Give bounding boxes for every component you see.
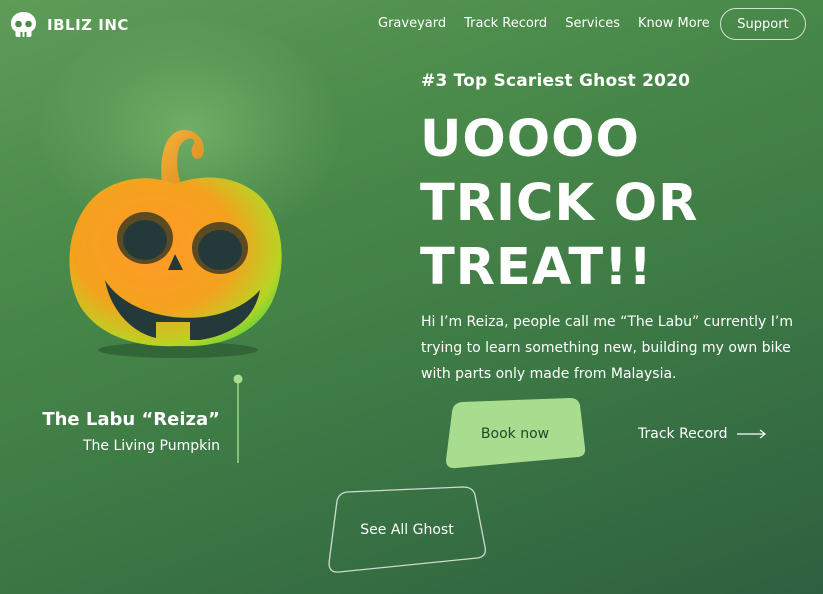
caption-pointer (233, 374, 243, 463)
nav-track-record[interactable]: Track Record (464, 16, 547, 31)
brand-name: IBLIZ INC (47, 15, 129, 34)
support-button[interactable]: Support (720, 8, 806, 40)
main-nav: Graveyard Track Record Services Know Mor… (378, 16, 728, 31)
character-name: The Labu “Reiza” (42, 409, 220, 430)
hero-kicker: #3 Top Scariest Ghost 2020 (421, 71, 691, 91)
character-role: The Living Pumpkin (82, 438, 220, 454)
skull-icon (11, 12, 36, 37)
see-all-ghost-label: See All Ghost (360, 522, 454, 538)
nav-know-more[interactable]: Know More (638, 16, 710, 31)
brand-logo[interactable]: IBLIZ INC (10, 11, 129, 38)
hero-description: Hi I’m Reiza, people call me “The Labu” … (421, 314, 794, 382)
pumpkin-icon (69, 130, 282, 358)
nav-services[interactable]: Services (565, 16, 620, 31)
track-record-link[interactable]: Track Record (638, 426, 767, 442)
see-all-ghost-button[interactable]: See All Ghost (327, 485, 487, 575)
headline-line-2: TRICK OR (420, 174, 699, 233)
track-record-label: Track Record (638, 426, 728, 442)
book-now-button[interactable]: Book now (444, 396, 586, 472)
nav-graveyard[interactable]: Graveyard (378, 16, 446, 31)
arrow-right-icon (737, 429, 767, 439)
hero-headline: UOOOO TRICK OR TREAT!! (420, 108, 698, 300)
character-caption: The Labu “Reiza” The Living Pumpkin (42, 409, 220, 454)
headline-line-1: UOOOO (420, 110, 640, 169)
book-now-label: Book now (480, 426, 550, 442)
headline-line-3: TREAT!! (420, 238, 653, 297)
